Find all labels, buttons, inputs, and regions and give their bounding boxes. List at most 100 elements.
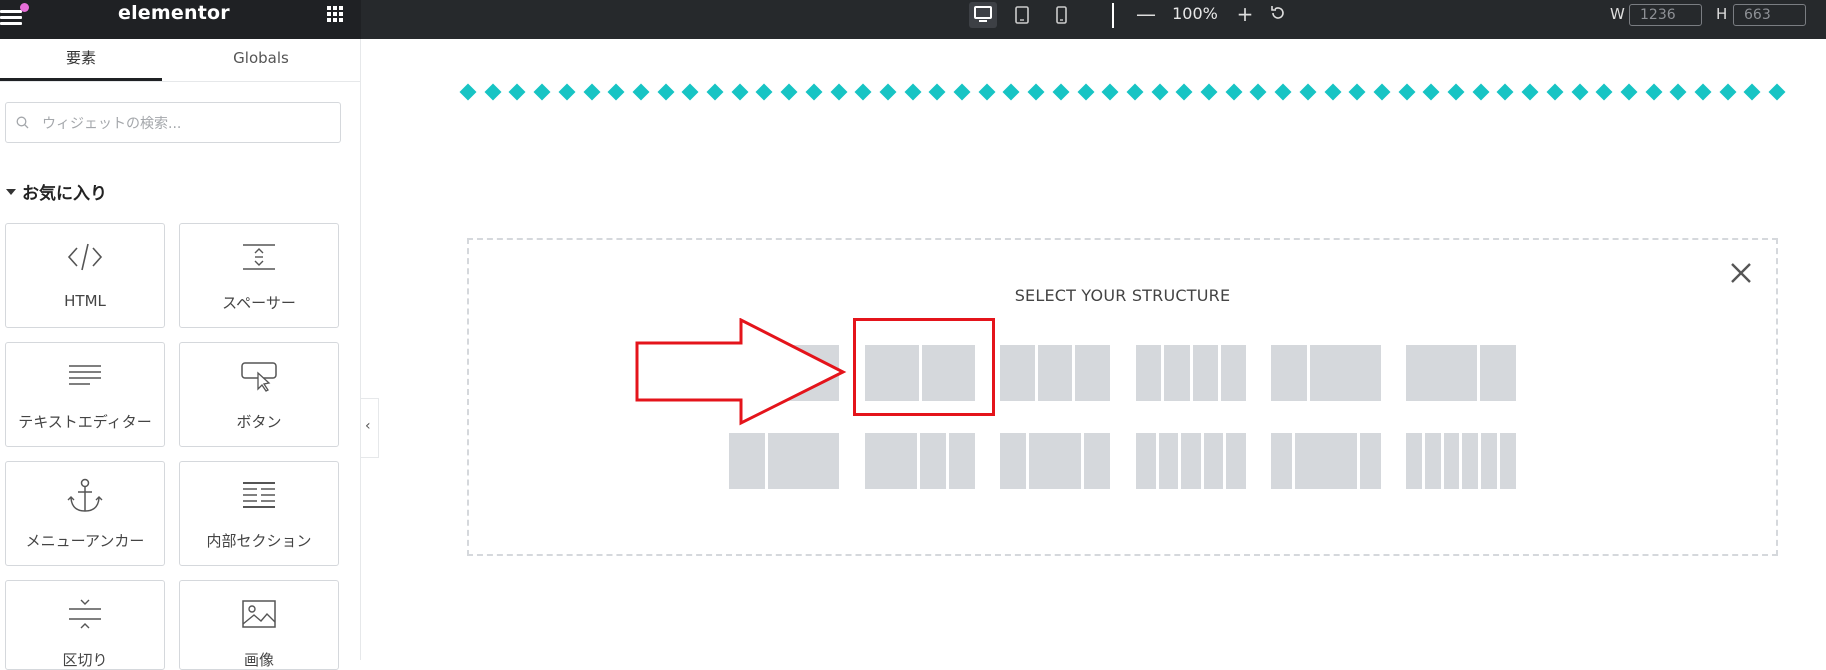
preset-column xyxy=(1136,433,1156,489)
diamond-shape xyxy=(1472,83,1490,101)
diamond-shape xyxy=(1768,83,1786,101)
diamond-shape xyxy=(607,83,625,101)
preset-column xyxy=(1294,433,1358,489)
widget-html[interactable]: HTML xyxy=(5,223,165,328)
tab-globals[interactable]: Globals xyxy=(180,39,342,81)
widget-label: メニューアンカー xyxy=(25,532,145,550)
diamond-shape xyxy=(928,83,946,101)
widget-divider[interactable]: 区切り xyxy=(5,580,165,670)
preset-column xyxy=(1480,345,1516,401)
diamond-shape xyxy=(1052,83,1070,101)
anchor-icon xyxy=(67,478,103,512)
tab-elements[interactable]: 要素 xyxy=(0,39,162,81)
preset-column xyxy=(1360,433,1381,489)
widget-button[interactable]: ボタン xyxy=(179,342,339,447)
structure-preset[interactable] xyxy=(1271,433,1381,489)
diamond-shape xyxy=(1101,83,1119,101)
reset-zoom-icon[interactable] xyxy=(1270,4,1286,22)
widget-label: ボタン xyxy=(236,413,282,431)
chevron-left-icon: ‹ xyxy=(365,418,371,434)
diamond-shape xyxy=(583,83,600,101)
structure-preset[interactable] xyxy=(1136,433,1246,489)
hamburger-menu-icon[interactable] xyxy=(0,3,29,29)
divider-icon xyxy=(69,599,101,629)
apps-grid-icon[interactable] xyxy=(327,6,345,24)
preset-column xyxy=(1203,433,1224,489)
preset-column xyxy=(920,433,946,489)
diamond-shape xyxy=(1373,83,1391,101)
diamond-shape xyxy=(1299,83,1317,101)
widget-spacer[interactable]: スペーサー xyxy=(179,223,339,328)
widget-text-editor[interactable]: テキストエディター xyxy=(5,342,165,447)
diamond-shape xyxy=(1249,83,1267,101)
search-icon xyxy=(16,116,29,129)
tablet-device-button[interactable] xyxy=(1009,2,1037,28)
widget-search[interactable] xyxy=(5,102,341,143)
structure-preset[interactable] xyxy=(729,433,839,489)
preset-column xyxy=(1029,433,1081,489)
diamond-shape xyxy=(1645,83,1663,101)
diamond-shape xyxy=(484,83,502,101)
diamond-shape xyxy=(854,83,872,101)
preset-column xyxy=(1164,345,1190,401)
mobile-device-button[interactable] xyxy=(1049,2,1077,28)
diamond-shape xyxy=(1398,83,1416,101)
preset-column xyxy=(1500,433,1516,489)
preset-column xyxy=(1271,433,1292,489)
widget-menu-anchor[interactable]: メニューアンカー xyxy=(5,461,165,566)
diamond-shape xyxy=(1151,83,1169,101)
structure-preset[interactable] xyxy=(1136,345,1246,401)
diamond-shape xyxy=(1348,83,1366,101)
structure-preset[interactable] xyxy=(1271,345,1381,401)
mobile-icon xyxy=(1056,6,1067,24)
structure-preset[interactable] xyxy=(1406,433,1516,489)
diamond-shape xyxy=(1719,83,1737,101)
text-editor-icon xyxy=(69,365,101,385)
zoom-out-button[interactable]: — xyxy=(1136,3,1156,25)
notification-dot xyxy=(20,3,29,12)
diamond-shape xyxy=(731,83,749,101)
diamond-shape xyxy=(533,83,551,101)
pointer-arrow-icon xyxy=(635,318,847,426)
structure-preset[interactable] xyxy=(1000,345,1110,401)
preset-column xyxy=(1226,433,1246,489)
search-input[interactable] xyxy=(40,112,334,136)
toolbar-divider xyxy=(1112,3,1114,28)
diamond-shape xyxy=(632,83,650,101)
diamond-shape xyxy=(1422,83,1440,101)
preset-column xyxy=(949,433,975,489)
diamond-shape xyxy=(755,83,773,101)
width-input[interactable]: 1236 xyxy=(1629,4,1702,26)
close-icon[interactable] xyxy=(1728,260,1754,286)
preset-column xyxy=(1481,433,1498,489)
preset-column xyxy=(1000,433,1026,489)
diamond-shape xyxy=(978,83,996,101)
structure-preset[interactable] xyxy=(865,433,975,489)
diamond-shape xyxy=(953,83,971,101)
preset-column xyxy=(1084,433,1110,489)
panel-collapse-toggle[interactable]: ‹ xyxy=(361,398,379,458)
elementor-logo: elementor xyxy=(118,2,230,24)
widget-inner-section[interactable]: 内部セクション xyxy=(179,461,339,566)
zoom-in-button[interactable]: + xyxy=(1235,3,1255,25)
preset-column xyxy=(1271,345,1307,401)
height-input[interactable]: 663 xyxy=(1733,4,1806,26)
highlight-box xyxy=(853,318,995,416)
responsive-toolbar: — 100% + W 1236 H 663 xyxy=(361,0,1826,39)
favorites-header[interactable]: お気に入り xyxy=(6,179,107,204)
diamond-shape xyxy=(558,83,576,101)
desktop-device-button[interactable] xyxy=(969,2,997,28)
preset-column xyxy=(1309,345,1381,401)
preset-column xyxy=(1424,433,1441,489)
structure-preset[interactable] xyxy=(1000,433,1110,489)
diamond-shape xyxy=(1546,83,1564,101)
zoom-level: 100% xyxy=(1172,4,1218,23)
widget-label: 内部セクション xyxy=(206,532,312,550)
widget-image[interactable]: 画像 xyxy=(179,580,339,670)
structure-preset[interactable] xyxy=(1406,345,1516,401)
preset-column xyxy=(1075,345,1110,401)
widget-label: スペーサー xyxy=(222,294,296,312)
diamond-shape xyxy=(1496,83,1514,101)
diamond-shape xyxy=(1447,83,1465,101)
inner-section-icon xyxy=(243,482,275,508)
